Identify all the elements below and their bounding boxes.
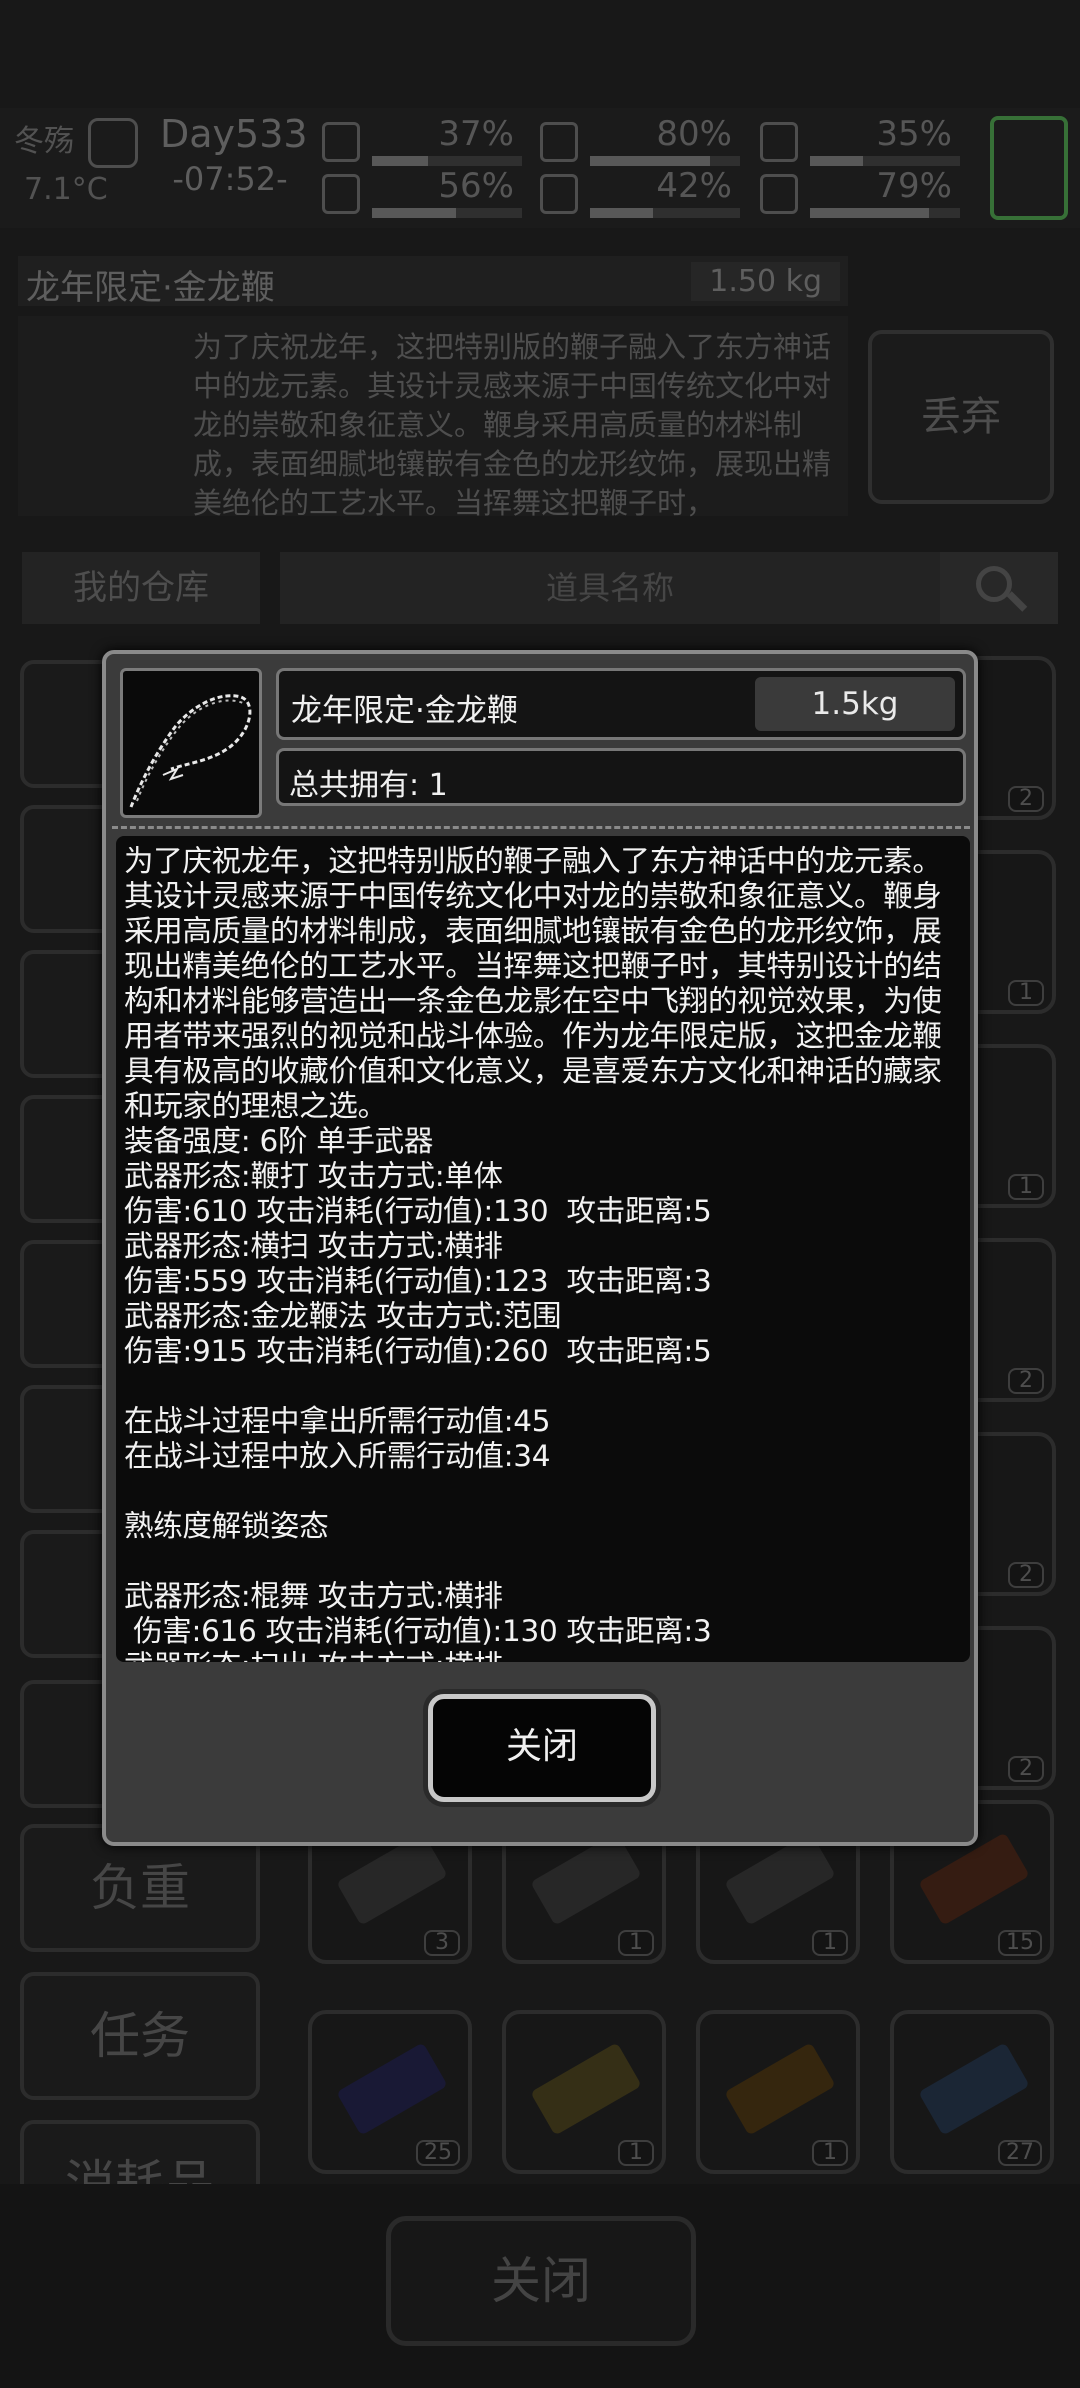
divider bbox=[112, 826, 970, 829]
item-weight: 1.5kg bbox=[755, 677, 955, 731]
item-description: 为了庆祝龙年，这把特别版的鞭子融入了东方神话中的龙元素。其设计灵感来源于中国传统… bbox=[124, 844, 942, 1662]
close-button[interactable]: 关闭 bbox=[428, 1694, 656, 1802]
whip-icon bbox=[120, 668, 262, 818]
item-detail-modal: 龙年限定·金龙鞭 1.5kg 总共拥有: 1 为了庆祝龙年，这把特别版的鞭子融入… bbox=[102, 650, 978, 1846]
owned-count-box: 总共拥有: 1 bbox=[276, 748, 966, 806]
owned-count: 总共拥有: 1 bbox=[289, 768, 448, 803]
item-name-box: 龙年限定·金龙鞭 1.5kg bbox=[276, 668, 966, 740]
item-name: 龙年限定·金龙鞭 bbox=[291, 693, 518, 729]
item-description-scroll[interactable]: 为了庆祝龙年，这把特别版的鞭子融入了东方神话中的龙元素。其设计灵感来源于中国传统… bbox=[116, 836, 970, 1662]
